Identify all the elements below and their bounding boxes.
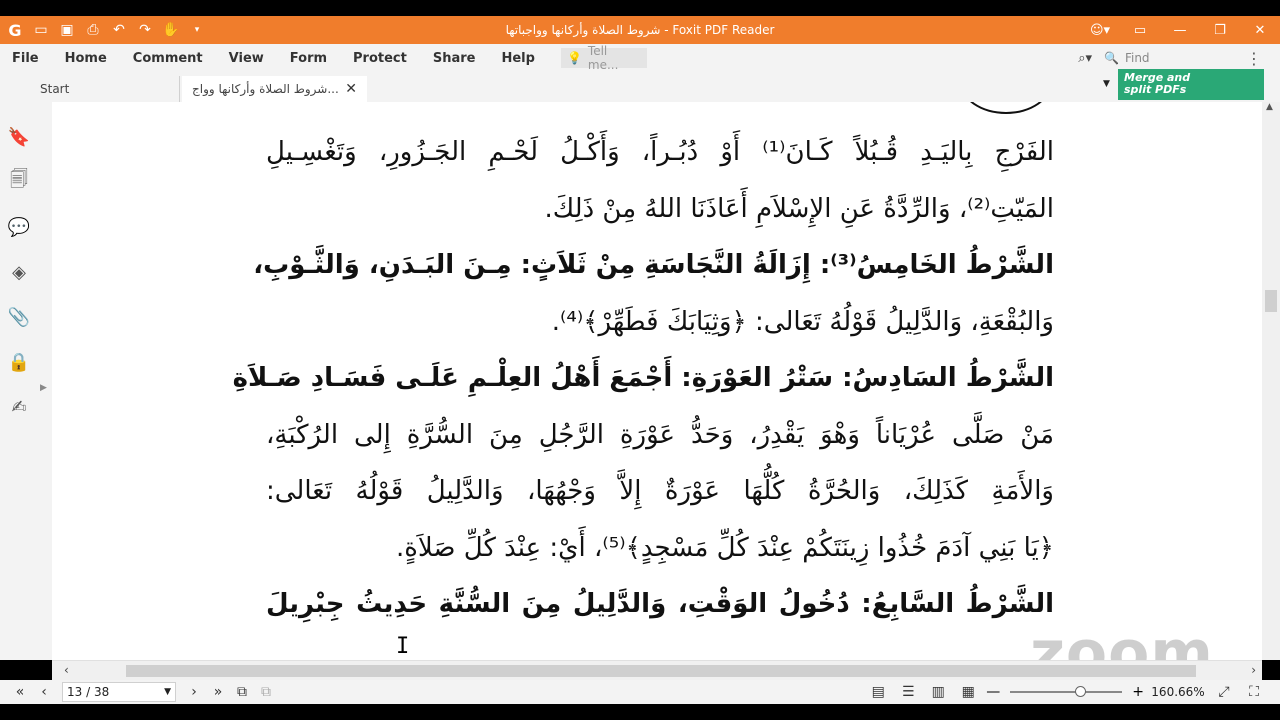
document-text: الفَرْجِ بِاليَـدِ قُـبُلاً كَـانَ⁽¹⁾ أَ… [232,124,1054,633]
vertical-scroll-thumb[interactable] [1265,290,1277,312]
ad-dropdown-icon[interactable]: ▼ [1103,79,1110,89]
last-page-icon[interactable]: » [206,681,230,703]
menu-file[interactable]: File [0,51,53,66]
attachment-icon[interactable]: 📎 [8,304,30,330]
hand-tool-icon[interactable]: ✋ [160,19,182,41]
title-bar: G ▭ ▣ ⎙ ↶ ↷ ✋ ▾ شروط الصلاة وأركانها ووا… [0,16,1280,44]
restore-button[interactable]: ❐ [1200,16,1240,44]
zoom-out-icon[interactable]: — [986,684,1000,700]
open-folder-icon[interactable]: ▭ [30,19,52,41]
left-panel: 🔖 🗐 💬 ◈ 📎 🔒 ✍ [0,102,38,660]
tab-document-label: شروط الصلاة وأركانها وواج... [192,82,339,96]
tab-start[interactable]: Start [30,76,180,102]
scroll-up-icon[interactable]: ▲ [1266,102,1273,112]
text-line: وَالبُقْعَةِ، وَالدَّلِيلُ قَوْلُهُ تَعَ… [551,306,1054,337]
decorative-circle [960,102,1052,114]
redo-icon[interactable]: ↷ [134,19,156,41]
menu-help[interactable]: Help [489,51,548,66]
security-icon[interactable]: 🔒 [8,349,30,375]
menu-comment[interactable]: Comment [121,51,217,66]
text-line: ﴿يَا بَنِي آدَمَ خُذُوا زِينَتَكُمْ عِنْ… [396,532,1054,563]
customize-icon[interactable]: ▾ [186,19,208,41]
continuous-page-icon[interactable]: ☰ [896,681,920,703]
chevron-down-icon: ▼ [164,687,171,697]
find-input[interactable]: 🔍 Find [1104,47,1234,69]
fullscreen-icon[interactable]: ⛶ [1242,681,1266,703]
menu-right-tools: ⌕▾ 🔍 Find ⋮ [1078,44,1280,72]
previous-page-icon[interactable]: ‹ [32,681,56,703]
text-cursor-icon: I [396,634,410,659]
single-page-icon[interactable]: ▤ [866,681,890,703]
scroll-right-icon[interactable]: › [1251,663,1256,677]
menu-view[interactable]: View [217,51,278,66]
horizontal-scrollbar[interactable]: ‹ › [52,660,1262,680]
text-line: الشَّرْطُ السَّابِعُ: دُخُولُ الوَقْتِ، … [266,589,1054,619]
foxit-logo-icon[interactable]: G [4,19,26,41]
zoom-slider[interactable] [1010,686,1123,697]
vertical-scrollbar[interactable]: ▲ [1262,102,1280,660]
text-line: الشَّرْطُ الخَامِسُ⁽³⁾: إِزَالَةُ النَّج… [253,250,1054,280]
menu-form[interactable]: Form [278,51,341,66]
view-controls: ▤ ☰ ▥ ▦ — + 160.66% ⤢ ⛶ [866,680,1266,704]
menu-protect[interactable]: Protect [341,51,421,66]
tab-close-icon[interactable]: ✕ [345,81,357,97]
bookmark-icon[interactable]: 🔖 [8,124,30,150]
tab-document[interactable]: شروط الصلاة وأركانها وواج... ✕ [182,76,367,102]
lightbulb-icon: 💡 [566,51,582,65]
merge-split-banner[interactable]: Merge and split PDFs [1118,69,1264,100]
next-page-icon[interactable]: › [182,681,206,703]
status-bar: « ‹ 13 / 38 ▼ › » ⧉ ⧉ ▤ ☰ ▥ ▦ — + 160.66… [0,680,1280,704]
banner-line-2: split PDFs [1124,83,1187,96]
zoom-in-icon[interactable]: + [1132,684,1144,700]
text-line: مَنْ صَلَّى عُرْيَاناً وَهْوَ يَقْدِرُ، … [266,419,1054,450]
search-icon: 🔍 [1104,51,1119,65]
menu-bar: File Home Comment View Form Protect Shar… [0,44,1280,72]
horizontal-scroll-thumb[interactable] [126,665,1196,677]
zoom-slider-knob[interactable] [1074,686,1086,697]
previous-view-icon[interactable]: ⧉ [230,681,254,703]
page-number-value: 13 / 38 [67,685,110,699]
page-number-input[interactable]: 13 / 38 ▼ [62,682,176,702]
minimize-button[interactable]: — [1160,16,1200,44]
first-page-icon[interactable]: « [8,681,32,703]
zoom-level[interactable]: 160.66% [1150,685,1206,699]
window-controls: ☺▾ ▭ — ❐ ✕ [1080,16,1280,44]
search-options-icon[interactable]: ⌕▾ [1078,51,1092,66]
zoom-watermark: zoom [1030,618,1214,660]
panel-gap [38,102,52,660]
tab-start-label: Start [40,82,70,96]
tab-bar: Start شروط الصلاة وأركانها وواج... ✕ [0,72,1280,102]
more-options-icon[interactable]: ⋮ [1246,49,1262,68]
menu-share[interactable]: Share [421,51,490,66]
expand-panel-icon[interactable]: ▶ [40,383,47,393]
screen-bottom-edge [0,704,1280,720]
tell-me-placeholder: Tell me... [587,44,619,72]
facing-page-icon[interactable]: ▥ [926,681,950,703]
continuous-facing-icon[interactable]: ▦ [956,681,980,703]
print-icon[interactable]: ⎙ [82,19,104,41]
account-icon[interactable]: ☺▾ [1080,16,1120,44]
pages-icon[interactable]: 🗐 [8,169,30,195]
comments-icon[interactable]: 💬 [8,214,30,240]
document-view[interactable]: الفَرْجِ بِاليَـدِ قُـبُلاً كَـانَ⁽¹⁾ أَ… [52,102,1262,660]
text-line: وَالأَمَةِ كَذَلِكَ، وَالحُرَّةُ كُلُّهَ… [266,476,1054,506]
scroll-left-icon[interactable]: ‹ [64,663,69,677]
save-icon[interactable]: ▣ [56,19,78,41]
text-line: الفَرْجِ بِاليَـدِ قُـبُلاً كَـانَ⁽¹⁾ أَ… [266,137,1054,167]
text-line: الشَّرْطُ السَادِسُ: سَتْرُ العَوْرَةِ: … [232,363,1054,393]
ribbon-toggle-icon[interactable]: ▭ [1120,16,1160,44]
find-placeholder: Find [1124,51,1150,65]
signature-icon[interactable]: ✍ [8,394,30,420]
layers-icon[interactable]: ◈ [8,259,30,285]
menu-home[interactable]: Home [53,51,121,66]
text-line: المَيّتِ⁽²⁾، وَالرِّدَّةُ عَنِ الإِسْلاَ… [544,193,1054,224]
close-button[interactable]: ✕ [1240,16,1280,44]
quick-access-toolbar: G ▭ ▣ ⎙ ↶ ↷ ✋ ▾ [0,16,208,44]
next-view-icon[interactable]: ⧉ [254,681,278,703]
tell-me-box[interactable]: 💡 Tell me... [560,44,647,72]
fit-page-icon[interactable]: ⤢ [1212,681,1236,703]
undo-icon[interactable]: ↶ [108,19,130,41]
